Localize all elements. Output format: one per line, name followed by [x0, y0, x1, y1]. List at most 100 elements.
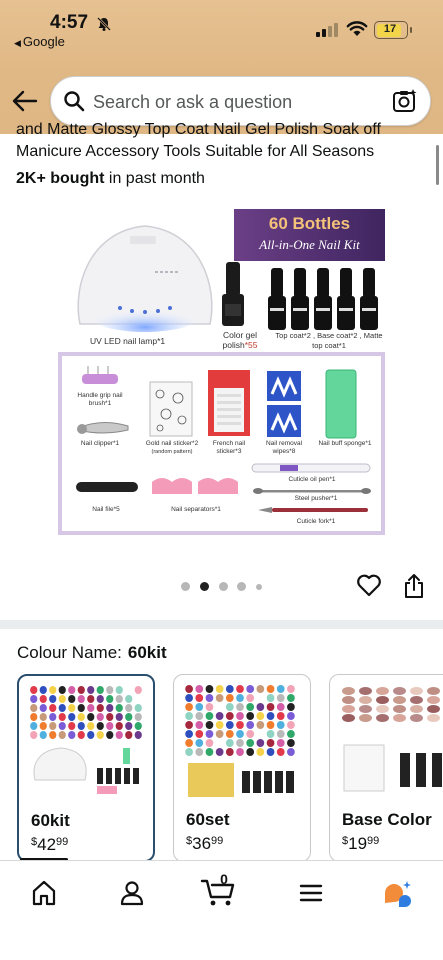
brush-label: Handle grip nail brush*1 [77, 392, 123, 407]
nail-swatch [342, 705, 355, 713]
variant-name: Base Color [342, 810, 432, 829]
nail-swatch [195, 694, 204, 702]
nail-swatch [215, 739, 224, 747]
nail-swatch [427, 705, 440, 713]
nail-swatch [39, 722, 47, 730]
buff-sponge-image [325, 369, 357, 439]
gold-sticker-text: Gold nail sticker*2 [145, 440, 199, 447]
battery-icon: 17 [374, 21, 408, 39]
search-input[interactable] [93, 90, 373, 114]
nail-swatch [39, 686, 47, 694]
nail-swatch [185, 694, 193, 702]
nail-swatch [106, 731, 114, 739]
nail-swatch [276, 685, 285, 693]
variant-price: $1999 [342, 834, 379, 854]
nail-swatch [266, 748, 275, 756]
kit-accessories-box: Handle grip nail brush*1 Nail clipper*1 … [58, 352, 385, 535]
nail-swatch [39, 731, 47, 739]
back-to-app-link[interactable]: ◀ Google [14, 34, 65, 49]
nail-swatch [185, 703, 193, 711]
back-app-label: Google [22, 34, 65, 49]
nail-swatch [68, 686, 76, 694]
nail-swatch [185, 739, 193, 747]
search-bar[interactable] [50, 76, 431, 126]
nail-swatch [256, 703, 265, 711]
french-sticker-image [208, 370, 250, 436]
carousel-dot[interactable] [181, 582, 190, 591]
nail-swatch [134, 731, 142, 739]
nail-swatch [287, 703, 295, 711]
section-divider [0, 620, 443, 629]
battery-nub [410, 27, 412, 33]
nail-swatch [236, 730, 244, 738]
nail-swatch [410, 714, 423, 722]
nail-swatch [266, 739, 275, 747]
nail-swatch [115, 695, 123, 703]
nail-swatch [96, 713, 104, 721]
nail-swatch [58, 704, 66, 712]
cart-button[interactable]: 0 [200, 871, 240, 909]
battery-percent: 17 [383, 23, 397, 35]
removal-wipes-image [267, 371, 301, 437]
nail-swatch [195, 730, 204, 738]
heart-icon[interactable] [356, 573, 382, 597]
nail-swatch [68, 722, 76, 730]
nail-swatch [195, 685, 204, 693]
nail-swatch [266, 712, 275, 720]
camera-search-icon[interactable] [392, 88, 418, 114]
nail-swatch [185, 685, 193, 693]
carousel-dot-active[interactable] [200, 582, 209, 591]
nail-swatch [287, 739, 295, 747]
nail-swatch [359, 714, 372, 722]
price-whole: 42 [37, 835, 57, 854]
rufus-icon[interactable] [382, 879, 414, 911]
nail-swatch [225, 703, 234, 711]
nail-swatch [287, 730, 295, 738]
nail-swatch [236, 685, 244, 693]
random-pattern-text: (random pattern) [151, 449, 193, 455]
nail-swatch [276, 712, 285, 720]
nail-swatch [68, 731, 76, 739]
nail-swatch [215, 730, 224, 738]
nail-swatch [266, 703, 275, 711]
nail-swatch [205, 712, 214, 720]
nail-swatch [225, 721, 234, 729]
nail-swatch [205, 685, 214, 693]
variant-base-color[interactable]: Base Color $1999 [329, 674, 443, 862]
nail-swatch [215, 721, 224, 729]
menu-icon[interactable] [297, 879, 325, 907]
variant-60set[interactable]: 60set $3699 [173, 674, 311, 862]
nail-swatch [410, 705, 423, 713]
share-icon[interactable] [403, 573, 425, 599]
product-image[interactable]: UV LED nail lamp*1 60 Bottles All-in-One… [50, 204, 395, 544]
nail-swatch [359, 696, 372, 704]
nail-swatch [342, 696, 355, 704]
nail-brush-image [82, 366, 118, 384]
back-arrow-icon[interactable] [12, 90, 38, 112]
carousel-dot[interactable] [256, 583, 262, 590]
price-whole: 19 [348, 834, 368, 853]
account-icon[interactable] [118, 879, 146, 907]
nail-swatch [77, 695, 85, 703]
signal-icon [316, 23, 338, 37]
home-icon[interactable] [30, 879, 58, 907]
nail-swatch [205, 739, 214, 747]
product-title-partial: and Matte Glossy Top Coat Nail Gel Polis… [16, 121, 381, 138]
carousel-dots[interactable] [181, 582, 265, 592]
nail-swatch [87, 731, 95, 739]
carousel-dot[interactable] [219, 582, 228, 591]
gold-sticker-label: Gold nail sticker*2 (random pattern) [142, 440, 202, 456]
nail-swatch [393, 696, 406, 704]
scroll-indicator [436, 145, 439, 185]
nail-swatch [246, 739, 255, 747]
nail-swatch [246, 721, 255, 729]
nail-swatch [106, 686, 114, 694]
carousel-dot[interactable] [237, 582, 246, 591]
banner-title: 60 Bottles [268, 214, 351, 233]
nail-swatch [236, 703, 244, 711]
nail-swatch [225, 739, 234, 747]
nail-swatch [87, 686, 95, 694]
nail-swatch [134, 722, 142, 730]
variant-60kit[interactable]: 60kit $4299 [17, 674, 155, 862]
kit-banner: 60 Bottles All-in-One Nail Kit [234, 209, 385, 261]
